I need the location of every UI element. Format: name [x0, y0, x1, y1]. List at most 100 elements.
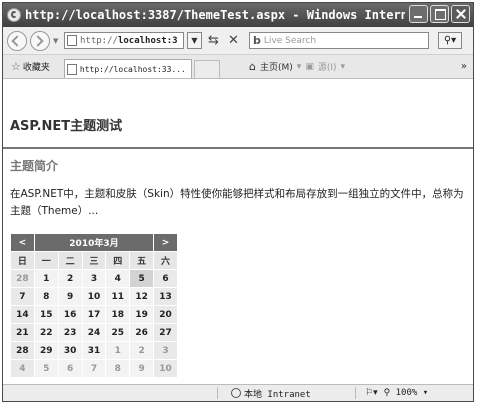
- calendar-day[interactable]: 2: [57, 269, 83, 288]
- weekday-label: 五: [129, 251, 155, 270]
- page-content: ASP.NET主题测试 主题简介 在ASP.NET中，主题和皮肤（Skin）特性…: [3, 79, 473, 385]
- maximize-button[interactable]: [430, 5, 449, 23]
- calendar-day[interactable]: 13: [153, 287, 178, 306]
- favorites-star-icon: ☆: [11, 60, 21, 73]
- calendar-day[interactable]: 11: [105, 287, 131, 306]
- calendar-day[interactable]: 23: [57, 323, 83, 342]
- calendar-day[interactable]: 17: [81, 305, 107, 324]
- calendar-day[interactable]: 24: [81, 323, 107, 342]
- calendar-day[interactable]: 27: [153, 323, 178, 342]
- calendar-day[interactable]: 22: [33, 323, 59, 342]
- calendar-week: 28 29 30 31 1 2 3: [10, 341, 178, 360]
- status-tools: ⚐▾ ⚲ 100% ▾: [365, 388, 428, 398]
- calendar-day[interactable]: 15: [33, 305, 59, 324]
- address-input[interactable]: http://localhost:3: [64, 32, 184, 49]
- calendar-day[interactable]: 16: [57, 305, 83, 324]
- weekday-label: 日: [10, 251, 35, 270]
- weekday-label: 一: [33, 251, 59, 270]
- page-title: ASP.NET主题测试: [10, 119, 123, 134]
- weekday-label: 六: [153, 251, 178, 270]
- feeds-icon[interactable]: ▣: [305, 62, 314, 72]
- calendar-day[interactable]: 29: [33, 341, 59, 360]
- security-zone[interactable]: 本地 Intranet: [231, 387, 311, 400]
- calendar-day[interactable]: 3: [81, 269, 107, 288]
- feeds-label[interactable]: 源(I): [318, 60, 337, 73]
- calendar-day[interactable]: 25: [105, 323, 131, 342]
- calendar-week: 14 15 16 17 18 19 20: [10, 305, 178, 324]
- calendar-day[interactable]: 4: [10, 359, 35, 378]
- calendar-day[interactable]: 6: [153, 269, 178, 288]
- calendar-day[interactable]: 31: [81, 341, 107, 360]
- calendar-day[interactable]: 14: [10, 305, 35, 324]
- new-tab-button[interactable]: [193, 59, 220, 78]
- calendar-week: 7 8 9 10 11 12 13: [10, 287, 178, 306]
- zone-label: 本地 Intranet: [244, 389, 311, 400]
- calendar-week: 4 5 6 7 8 9 10: [10, 359, 178, 378]
- calendar-day[interactable]: 1: [105, 341, 131, 360]
- zoom-dropdown-icon: ▾: [422, 388, 429, 398]
- more-tools-chevron-icon[interactable]: »: [461, 61, 467, 72]
- status-separator: [217, 387, 218, 399]
- prev-month-link[interactable]: <: [10, 233, 35, 252]
- tab-page-icon: [66, 63, 77, 75]
- calendar-day[interactable]: 21: [10, 323, 35, 342]
- history-dropdown-icon[interactable]: ▼: [53, 37, 61, 45]
- calendar-day[interactable]: 3: [153, 341, 178, 360]
- minimize-button[interactable]: [409, 5, 428, 23]
- calendar-day[interactable]: 6: [57, 359, 83, 378]
- home-dropdown-icon[interactable]: ▾: [297, 62, 302, 72]
- address-bar: ▼ http://localhost:3 ▼ ⇆ ✕ b Live Search…: [3, 27, 473, 55]
- protected-mode-icon[interactable]: ⚐▾: [365, 388, 378, 398]
- calendar-day[interactable]: 30: [57, 341, 83, 360]
- calendar-day[interactable]: 2: [129, 341, 155, 360]
- calendar-day[interactable]: 19: [129, 305, 155, 324]
- zoom-control[interactable]: ⚲ 100% ▾: [384, 388, 429, 398]
- home-icon[interactable]: ⌂: [249, 60, 256, 73]
- calendar-day[interactable]: 7: [10, 287, 35, 306]
- favorites-button[interactable]: ☆ 收藏夹: [11, 60, 50, 73]
- home-label[interactable]: 主页(M): [260, 60, 293, 73]
- calendar-day[interactable]: 1: [33, 269, 59, 288]
- calendar-day[interactable]: 10: [81, 287, 107, 306]
- zoom-icon: ⚲: [383, 388, 391, 398]
- browser-window: http://localhost:3387/ThemeTest.aspx - W…: [2, 2, 474, 402]
- calendar-day[interactable]: 5: [33, 359, 59, 378]
- calendar-day-selected[interactable]: 5: [129, 269, 155, 288]
- calendar-day[interactable]: 4: [105, 269, 131, 288]
- address-dropdown-button[interactable]: ▼: [187, 32, 202, 49]
- calendar-day[interactable]: 28: [10, 341, 35, 360]
- status-separator: [355, 387, 356, 399]
- url-prefix: http://: [80, 35, 118, 46]
- url-host: localhost:3: [117, 35, 178, 46]
- calendar-day[interactable]: 28: [10, 269, 35, 288]
- calendar-month: 2010年3月: [33, 233, 155, 252]
- weekday-label: 四: [105, 251, 131, 270]
- calendar-day[interactable]: 26: [129, 323, 155, 342]
- calendar-day[interactable]: 9: [57, 287, 83, 306]
- ie-logo-icon: [7, 8, 21, 22]
- calendar-day[interactable]: 9: [129, 359, 155, 378]
- weekday-row: 日 一 二 三 四 五 六: [10, 251, 178, 270]
- calendar-day[interactable]: 20: [153, 305, 178, 324]
- calendar-day[interactable]: 8: [33, 287, 59, 306]
- calendar-day[interactable]: 8: [105, 359, 131, 378]
- calendar-day[interactable]: 7: [81, 359, 107, 378]
- search-engine-icon: b: [253, 34, 261, 47]
- feeds-dropdown-icon[interactable]: ▾: [341, 62, 346, 72]
- back-button[interactable]: [7, 30, 27, 51]
- window-controls: [409, 5, 470, 23]
- tab-active[interactable]: http://localhost:33...: [63, 59, 192, 78]
- search-input[interactable]: b Live Search: [249, 32, 429, 49]
- calendar-day[interactable]: 10: [153, 359, 178, 378]
- close-button[interactable]: [451, 5, 470, 23]
- calendar-day[interactable]: 12: [129, 287, 155, 306]
- calendar-day[interactable]: 18: [105, 305, 131, 324]
- search-button[interactable]: ⚲▾: [438, 32, 462, 49]
- next-month-link[interactable]: >: [153, 233, 178, 252]
- calendar-week: 28 1 2 3 4 5 6: [10, 269, 178, 288]
- refresh-icon[interactable]: ⇆: [205, 32, 222, 49]
- tab-title: http://localhost:33...: [79, 64, 186, 74]
- forward-button[interactable]: [30, 30, 50, 51]
- intro-paragraph: 在ASP.NET中，主题和皮肤（Skin）特性使你能够把样式和布局存放到一组独立…: [10, 188, 464, 217]
- stop-icon[interactable]: ✕: [225, 32, 242, 49]
